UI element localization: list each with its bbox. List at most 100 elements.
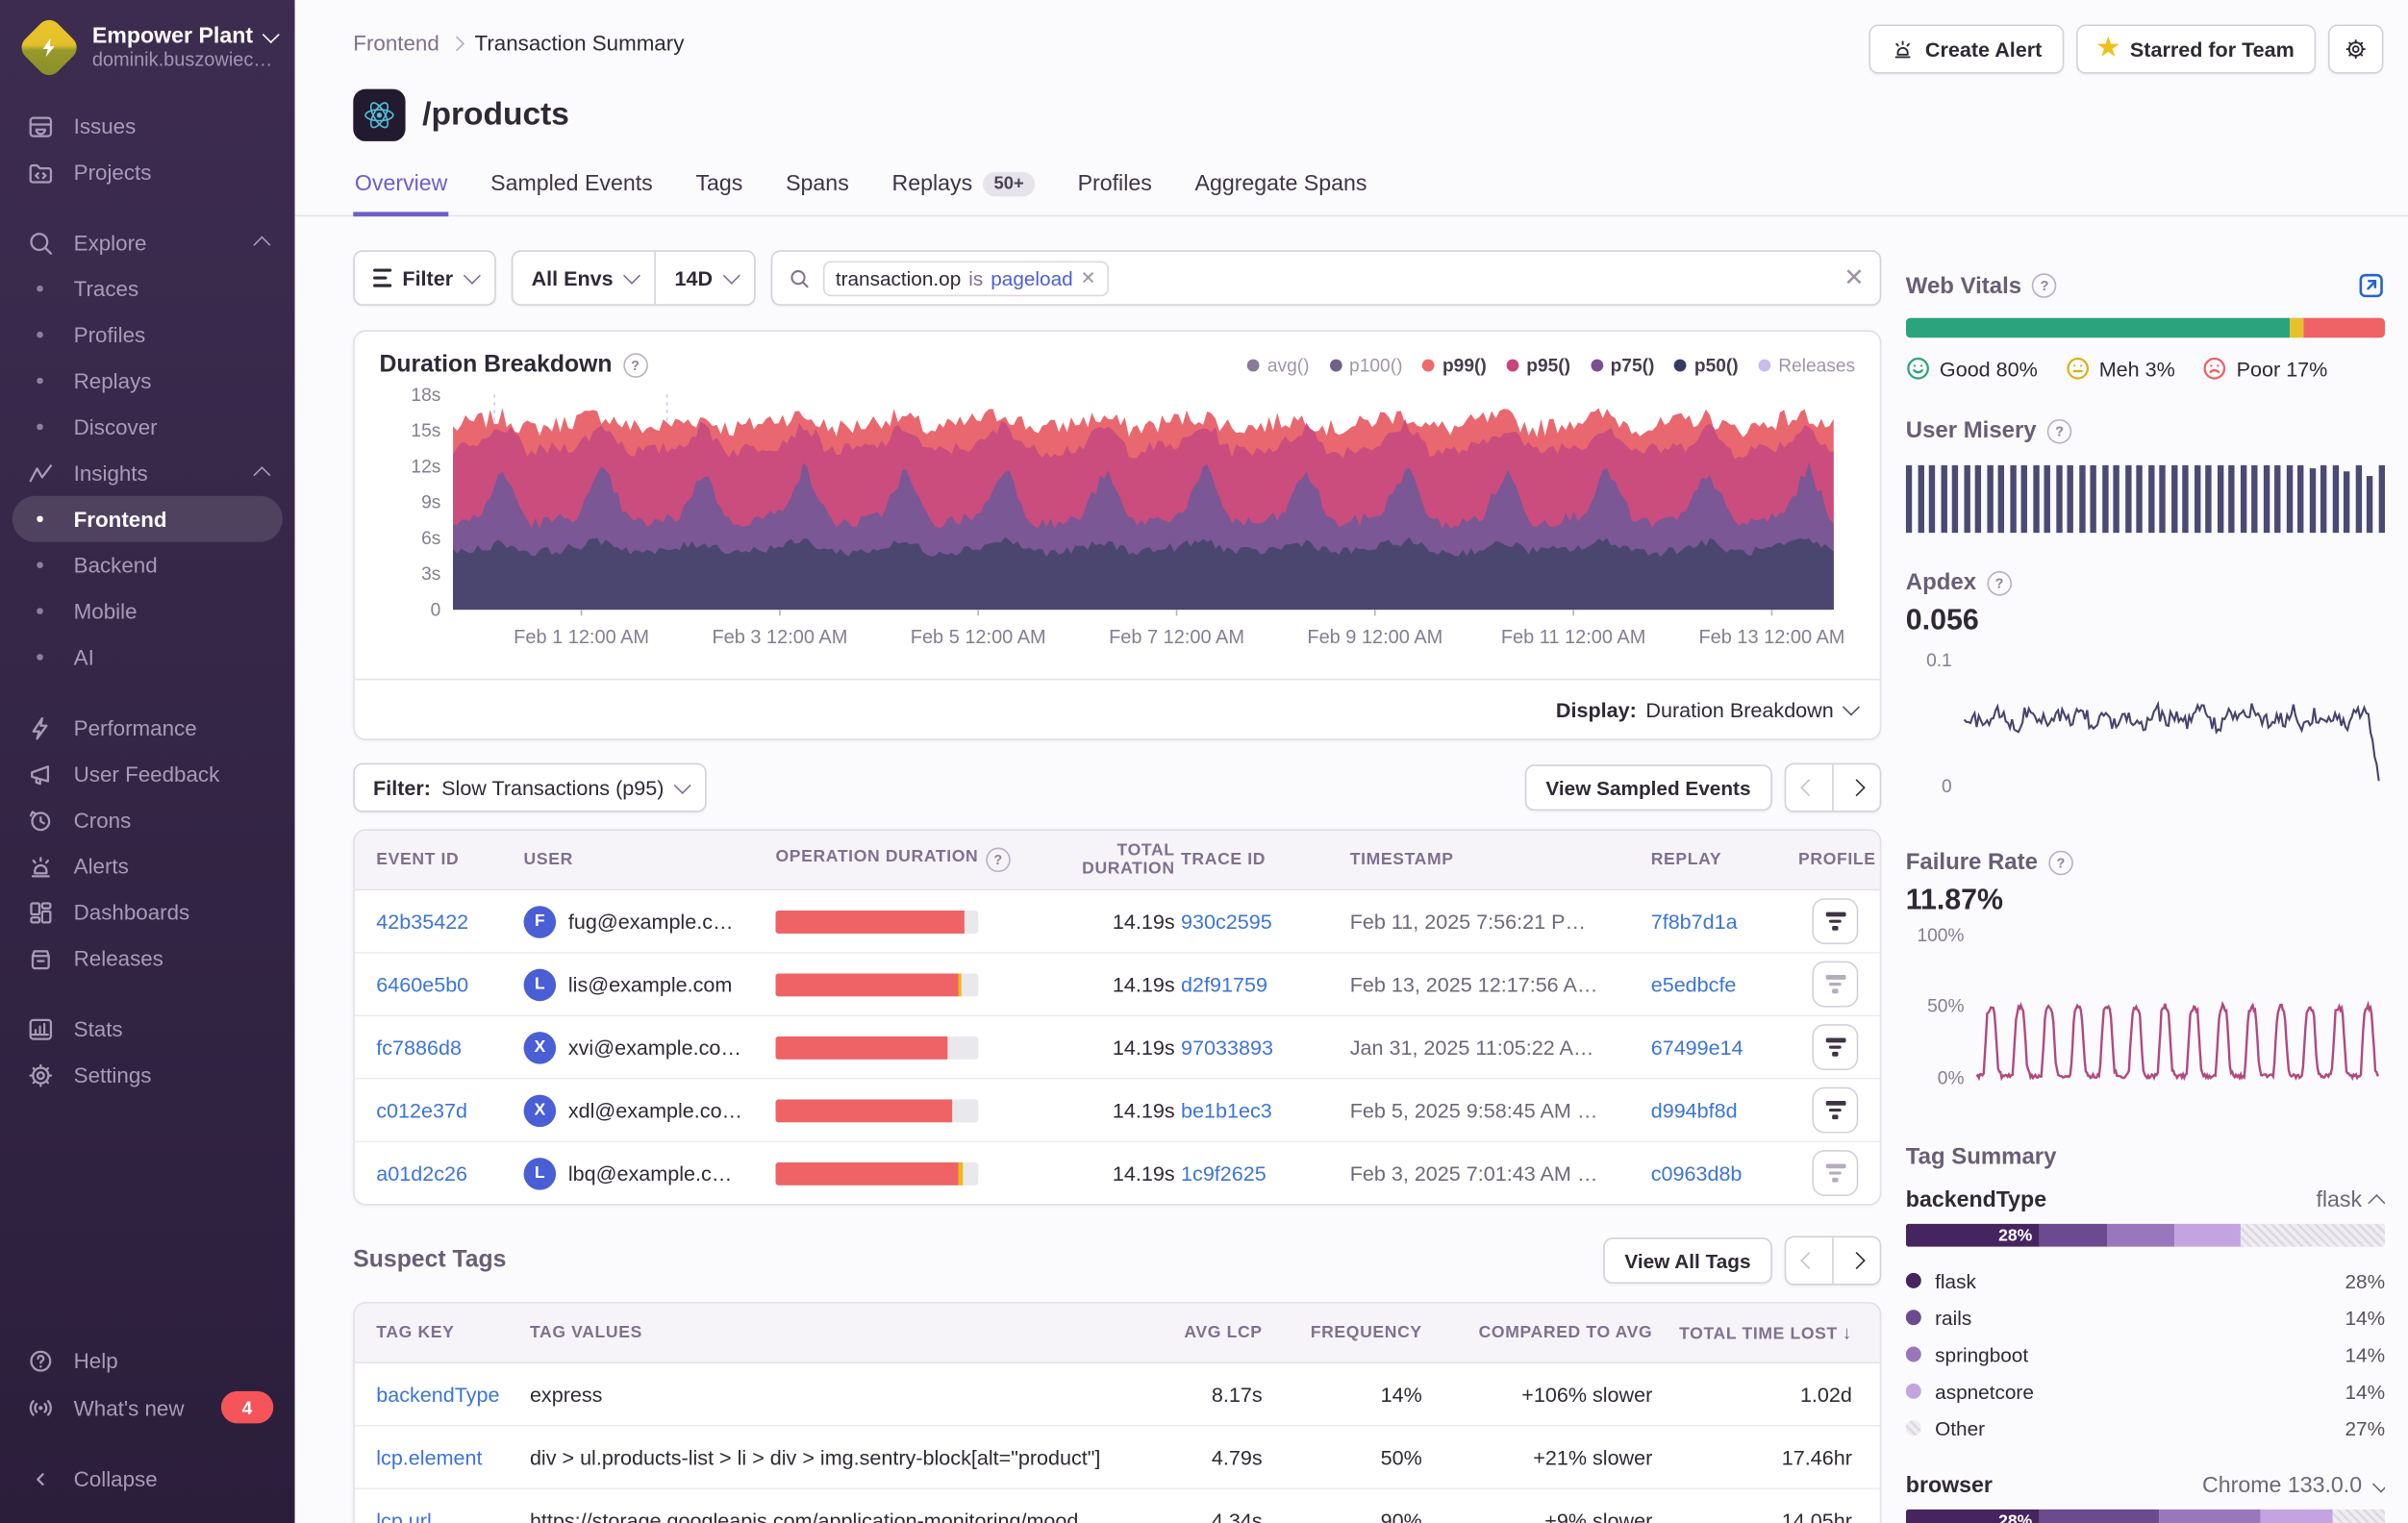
- trace-id-link[interactable]: 97033893: [1181, 1036, 1273, 1059]
- duration-breakdown-chart[interactable]: 03s6s9s12s15s18sFeb 1 12:00 AMFeb 3 12:0…: [355, 383, 1880, 679]
- replay-link[interactable]: c0963d8b: [1651, 1161, 1743, 1185]
- tab-sampled-events[interactable]: Sampled Events: [489, 162, 655, 216]
- sidebar-item-collapse[interactable]: Collapse: [13, 1456, 283, 1502]
- sidebar-item-releases[interactable]: Releases: [13, 936, 283, 982]
- display-value-dropdown[interactable]: Duration Breakdown: [1645, 698, 1833, 721]
- sidebar-item-whats-new[interactable]: What's new4: [13, 1384, 283, 1432]
- org-switcher[interactable]: Empower Plant dominik.buszowiec…: [0, 0, 295, 90]
- tab-replays[interactable]: Replays50+: [890, 162, 1037, 216]
- filter-dropdown[interactable]: Filter: [353, 250, 496, 305]
- view-sampled-events-button[interactable]: View Sampled Events: [1524, 764, 1772, 811]
- tab-profiles[interactable]: Profiles: [1076, 162, 1153, 216]
- help-icon[interactable]: ?: [2048, 850, 2073, 875]
- replay-link[interactable]: e5edbcfe: [1651, 973, 1737, 996]
- svg-text:0%: 0%: [1938, 1068, 1965, 1088]
- sidebar-item-insights[interactable]: Insights: [13, 450, 283, 496]
- next-page-button[interactable]: [1832, 1237, 1880, 1284]
- search-token[interactable]: transaction.op is pageload ✕: [823, 261, 1108, 296]
- event-id-link[interactable]: fc7886d8: [376, 1036, 462, 1059]
- tag-value-dropdown[interactable]: flask: [2316, 1188, 2385, 1213]
- trace-id-link[interactable]: be1b1ec3: [1181, 1099, 1272, 1122]
- sidebar-item-ai[interactable]: AI: [13, 635, 283, 681]
- event-id-link[interactable]: 6460e5b0: [376, 973, 468, 996]
- prev-page-button[interactable]: [1786, 764, 1832, 811]
- trace-id-link[interactable]: 1c9f2625: [1181, 1161, 1267, 1185]
- tab-tags[interactable]: Tags: [694, 162, 744, 216]
- tag-key-link[interactable]: lcp.url: [376, 1509, 432, 1523]
- events-filter-dropdown[interactable]: Filter:Slow Transactions (p95): [353, 763, 707, 812]
- sidebar-item-discover[interactable]: Discover: [13, 404, 283, 450]
- misery-bar: [1975, 465, 1982, 533]
- legend-p99[interactable]: p99(): [1422, 355, 1487, 376]
- legend-p75[interactable]: p75(): [1591, 355, 1655, 376]
- sidebar-item-label: Alerts: [74, 851, 129, 882]
- profile-button[interactable]: [1812, 1087, 1858, 1134]
- search-input[interactable]: transaction.op is pageload ✕ ✕: [771, 250, 1881, 305]
- help-icon[interactable]: ?: [2032, 273, 2057, 298]
- sidebar-item-profiles[interactable]: Profiles: [13, 312, 283, 358]
- sidebar-item-replays[interactable]: Replays: [13, 358, 283, 404]
- legend-p100[interactable]: p100(): [1329, 355, 1402, 376]
- tag-key-link[interactable]: lcp.element: [376, 1446, 482, 1469]
- sidebar-item-backend[interactable]: Backend: [13, 542, 283, 588]
- replay-link[interactable]: 7f8b7d1a: [1651, 910, 1738, 933]
- token-remove-icon[interactable]: ✕: [1081, 267, 1096, 288]
- bullet-icon: [25, 550, 56, 581]
- help-icon[interactable]: ?: [1987, 570, 2012, 595]
- tab-spans[interactable]: Spans: [785, 162, 851, 216]
- misery-bar: [2067, 465, 2073, 533]
- view-all-tags-button[interactable]: View All Tags: [1603, 1237, 1772, 1284]
- help-icon[interactable]: ?: [623, 353, 648, 378]
- event-id-cell: c012e37d: [376, 1099, 523, 1122]
- tag-value-dropdown[interactable]: Chrome 133.0.0: [2202, 1474, 2385, 1499]
- sidebar-item-projects[interactable]: Projects: [13, 149, 283, 195]
- tag-key-link[interactable]: backendType: [376, 1383, 499, 1406]
- whats_new-icon: [25, 1392, 56, 1423]
- settings-button[interactable]: [2328, 25, 2383, 74]
- starred-for-team-button[interactable]: ★ Starred for Team: [2075, 25, 2316, 74]
- sidebar-item-issues[interactable]: Issues: [13, 103, 283, 149]
- sidebar-item-frontend[interactable]: Frontend: [13, 496, 283, 542]
- event-id-link[interactable]: a01d2c26: [376, 1161, 467, 1185]
- profile-button[interactable]: [1812, 961, 1858, 1008]
- misery-bar: [2251, 465, 2258, 533]
- sidebar-item-traces[interactable]: Traces: [13, 265, 283, 312]
- legend-Releases[interactable]: Releases: [1758, 355, 1855, 376]
- event-id-link[interactable]: c012e37d: [376, 1099, 467, 1122]
- profile-button[interactable]: [1812, 1150, 1858, 1196]
- profile-button[interactable]: [1812, 898, 1858, 944]
- trace-id-link[interactable]: d2f91759: [1181, 973, 1267, 996]
- tab-aggregate-spans[interactable]: Aggregate Spans: [1193, 162, 1368, 216]
- sidebar-item-stats[interactable]: Stats: [13, 1006, 283, 1052]
- profile-button[interactable]: [1812, 1024, 1858, 1070]
- period-dropdown[interactable]: 14D: [656, 252, 754, 304]
- search-clear-icon[interactable]: ✕: [1844, 262, 1864, 293]
- replay-link[interactable]: d994bf8d: [1651, 1099, 1738, 1122]
- legend-p95[interactable]: p95(): [1507, 355, 1571, 376]
- create-alert-button[interactable]: Create Alert: [1869, 25, 2064, 74]
- help-icon[interactable]: ?: [2047, 418, 2072, 443]
- sort-desc-icon[interactable]: ↓: [1843, 1322, 1852, 1343]
- sidebar-item-crons[interactable]: Crons: [13, 797, 283, 843]
- sidebar-item-alerts[interactable]: Alerts: [13, 843, 283, 889]
- event-id-link[interactable]: 42b35422: [376, 910, 468, 933]
- sidebar-item-settings[interactable]: Settings: [13, 1052, 283, 1098]
- legend-p50[interactable]: p50(): [1674, 355, 1739, 376]
- sidebar-item-help[interactable]: Help: [13, 1337, 283, 1384]
- sidebar-item-mobile[interactable]: Mobile: [13, 588, 283, 635]
- breadcrumb-frontend[interactable]: Frontend: [353, 31, 439, 56]
- trace-id-link[interactable]: 930c2595: [1181, 910, 1272, 933]
- open-in-new-icon[interactable]: [2357, 272, 2385, 300]
- sidebar-item-performance[interactable]: Performance: [13, 705, 283, 751]
- help-icon[interactable]: ?: [986, 848, 1011, 873]
- sidebar-item-explore[interactable]: Explore: [13, 219, 283, 265]
- prev-page-button[interactable]: [1786, 1237, 1832, 1284]
- tab-overview[interactable]: Overview: [353, 162, 449, 216]
- replay-link[interactable]: 67499e14: [1651, 1036, 1743, 1059]
- next-page-button[interactable]: [1832, 764, 1880, 811]
- env-dropdown[interactable]: All Envs: [513, 252, 654, 304]
- apdex-value: 0.056: [1906, 605, 2385, 638]
- legend-avg[interactable]: avg(): [1247, 355, 1309, 376]
- sidebar-item-user-feedback[interactable]: User Feedback: [13, 751, 283, 797]
- sidebar-item-dashboards[interactable]: Dashboards: [13, 889, 283, 936]
